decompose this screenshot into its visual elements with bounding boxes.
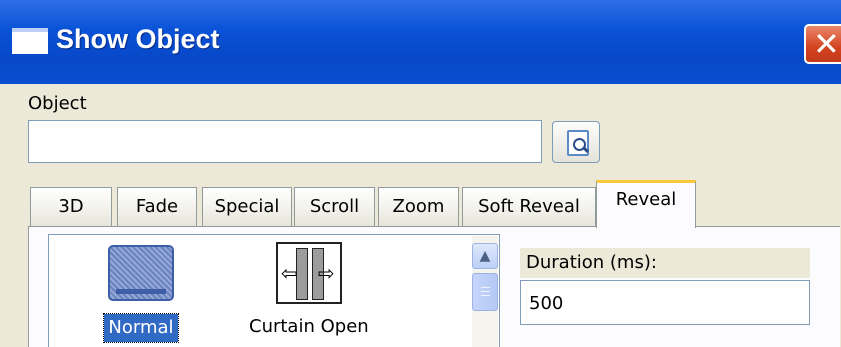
effect-normal-label[interactable]: Normal [103, 313, 179, 343]
chevron-up-icon: ▲ [479, 248, 491, 264]
tab-3d[interactable]: 3D [30, 187, 112, 226]
window-title: Show Object [56, 24, 220, 54]
tab-fade[interactable]: Fade [117, 187, 197, 226]
scroll-up-button[interactable]: ▲ [472, 243, 498, 269]
object-label: Object [28, 93, 87, 114]
tab-zoom[interactable]: Zoom [378, 187, 459, 226]
scroll-thumb[interactable] [472, 273, 498, 311]
duration-input[interactable]: 500 [520, 280, 810, 325]
tab-soft-reveal[interactable]: Soft Reveal [462, 187, 596, 226]
object-input[interactable] [28, 120, 542, 163]
curtain-open-icon[interactable]: ⇦ ⇨ [276, 242, 342, 304]
arrow-right-icon: ⇨ [318, 261, 335, 285]
close-icon: ✕ [813, 25, 840, 63]
normal-effect-icon[interactable] [108, 245, 174, 301]
arrow-left-icon: ⇦ [281, 261, 298, 285]
tab-special[interactable]: Special [202, 187, 292, 226]
close-button[interactable]: ✕ [804, 24, 841, 64]
tab-scroll[interactable]: Scroll [294, 187, 375, 226]
window-icon [12, 28, 48, 54]
effect-curtain-open-label[interactable]: Curtain Open [249, 316, 369, 337]
tab-reveal[interactable]: Reveal [596, 180, 696, 228]
browse-object-button[interactable] [552, 121, 600, 163]
duration-label: Duration (ms): [520, 248, 810, 278]
title-bar: Show Object ✕ [0, 0, 841, 84]
